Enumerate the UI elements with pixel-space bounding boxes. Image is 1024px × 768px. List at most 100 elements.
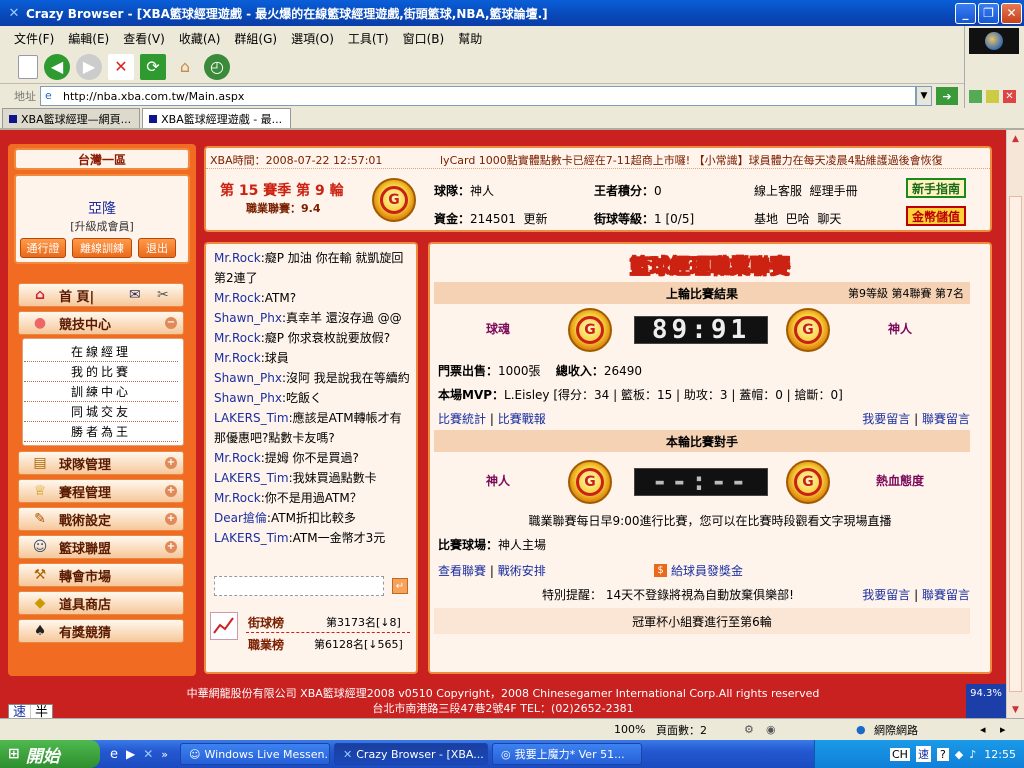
start-button[interactable]: ⊞ 開始 [0, 740, 100, 768]
sub-my-games[interactable]: 我的比賽 [24, 363, 178, 382]
tray-app-icon[interactable]: ◆ [955, 748, 963, 761]
base-link[interactable]: 基地 [754, 212, 778, 226]
league-message-link[interactable]: 聯賽留言 [922, 412, 970, 426]
task-crazy-browser[interactable]: ✕ Crazy Browser - [XBA... [334, 743, 489, 765]
tools-icon[interactable]: ✂ [157, 287, 169, 303]
menu-view[interactable]: 查看(V) [123, 30, 165, 47]
game-stats-link[interactable]: 比賽統計 [438, 412, 486, 426]
league-message-link-2[interactable]: 聯賽留言 [922, 588, 970, 602]
expand-icon[interactable]: + [165, 457, 177, 469]
chat-log[interactable]: Mr.Rock:癡P 加油 你在輸 就凱旋回第2連了 Mr.Rock:ATM? … [214, 248, 410, 570]
vertical-scrollbar[interactable]: ▲ ▼ [1006, 130, 1024, 718]
away-team-name[interactable]: 神人 [888, 320, 912, 337]
zoom-level[interactable]: 100% [614, 723, 645, 736]
menu-favorites[interactable]: 收藏(A) [179, 30, 221, 47]
passport-button[interactable]: 通行證 [20, 238, 66, 258]
minimize-button[interactable]: _ [955, 2, 976, 24]
new-page-icon[interactable] [18, 54, 38, 79]
scroll-down-icon[interactable]: ▼ [1007, 701, 1024, 718]
chat-input[interactable] [214, 576, 384, 596]
home-nav[interactable]: ⌂ 首 頁| ✉ ✂ [18, 283, 184, 307]
nav-lottery[interactable]: ♠ 有獎競猜 [18, 619, 184, 643]
task-game[interactable]: ◎ 我要上魔力* Ver 51... [492, 743, 643, 765]
newbie-guide-button[interactable]: 新手指南 [906, 178, 966, 198]
menu-group[interactable]: 群組(G) [234, 30, 277, 47]
nav-league[interactable]: ☺ 籃球聯盟 + [18, 535, 184, 559]
scroll-thumb[interactable] [1009, 196, 1022, 692]
chat-link[interactable]: 聊天 [817, 212, 841, 226]
news-marquee[interactable]: lyCard 1000點實體點數卡已經在7-11超商上市囉! 【小常識】球員體力… [440, 152, 988, 168]
close-button[interactable]: ✕ [1001, 2, 1022, 24]
home-icon[interactable]: ⌂ [172, 54, 198, 80]
sub-city-friends[interactable]: 同城交友 [24, 403, 178, 422]
scroll-up-icon[interactable]: ▲ [1007, 130, 1024, 147]
send-icon[interactable]: ↵ [392, 578, 408, 594]
expand-icon[interactable]: + [165, 485, 177, 497]
player-bonus-link[interactable]: 給球員發獎金 [671, 562, 743, 579]
game-report-link[interactable]: 比賽戰報 [498, 412, 546, 426]
menu-window[interactable]: 窗口(B) [403, 30, 445, 47]
manager-manual-link[interactable]: 經理手冊 [810, 184, 858, 198]
nav-right-icon[interactable]: ▸ [1000, 723, 1006, 736]
refresh-icon[interactable]: ⟳ [140, 53, 166, 80]
online-service-link[interactable]: 線上客服 [754, 184, 802, 198]
menu-file[interactable]: 文件(F) [14, 30, 54, 47]
refresh-link[interactable]: 更新 [523, 212, 547, 226]
tactics-link[interactable]: 戰術安排 [498, 564, 546, 578]
menu-edit[interactable]: 編輯(E) [68, 30, 109, 47]
ime-mode-icon[interactable]: 速 [915, 746, 931, 762]
menu-options[interactable]: 選項(O) [291, 30, 334, 47]
menu-help[interactable]: 幫助 [458, 30, 482, 47]
task-messenger[interactable]: ☺ Windows Live Messen... [180, 743, 331, 765]
mail-icon[interactable]: ✉ [129, 287, 141, 303]
tab-xba-web[interactable]: XBA籃球經理—網頁... [2, 108, 141, 128]
close-all-icon[interactable]: ✕ [1003, 90, 1016, 103]
back-icon[interactable]: ◀ [44, 53, 70, 80]
maximize-button[interactable]: ❐ [978, 2, 999, 24]
logout-button[interactable]: 退出 [138, 238, 176, 258]
expand-icon[interactable]: + [165, 541, 177, 553]
home-team-name[interactable]: 球魂 [486, 320, 510, 337]
nav-transfer-market[interactable]: ⚒ 轉會市場 [18, 563, 184, 587]
quicklaunch-browser-icon[interactable]: ✕ [143, 747, 153, 761]
street-rank-value[interactable]: 第3173名[↓8] [326, 614, 401, 630]
quicklaunch-ie-icon[interactable]: e [110, 747, 118, 762]
nav-tactics[interactable]: ✎ 戰術設定 + [18, 507, 184, 531]
gold-recharge-button[interactable]: 金幣儲值 [906, 206, 966, 226]
nav-item-shop[interactable]: ◆ 道具商店 [18, 591, 184, 615]
sub-winner-king[interactable]: 勝者為王 [24, 423, 178, 442]
help-icon[interactable]: ? [936, 747, 949, 761]
address-dropdown-icon[interactable]: ▼ [916, 86, 932, 106]
nav-left-icon[interactable]: ◂ [980, 723, 986, 736]
tab-xba-game[interactable]: XBA籃球經理遊戲 - 最... [142, 108, 292, 128]
history-icon[interactable]: ◴ [204, 53, 230, 80]
forward-icon[interactable]: ▶ [76, 53, 102, 80]
leave-message-link-2[interactable]: 我要留言 [862, 588, 910, 602]
pro-rank-value[interactable]: 第6128名[↓565] [314, 636, 403, 652]
nav-competition-center[interactable]: ● 競技中心 − [18, 311, 184, 335]
nav-team-management[interactable]: ▤ 球隊管理 + [18, 451, 184, 475]
address-input[interactable]: e http://nba.xba.com.tw/Main.aspx [40, 86, 916, 106]
view-league-link[interactable]: 查看聯賽 [438, 564, 486, 578]
expand-icon[interactable]: + [165, 513, 177, 525]
bahamut-link[interactable]: 巴哈 [786, 212, 810, 226]
tile-icon[interactable] [969, 90, 982, 103]
next-home-team[interactable]: 神人 [486, 472, 510, 489]
stop-icon[interactable]: ✕ [108, 53, 134, 80]
quicklaunch-media-icon[interactable]: ▶ [126, 747, 135, 761]
leave-message-link[interactable]: 我要留言 [862, 412, 910, 426]
quicklaunch-more-icon[interactable]: » [161, 748, 168, 761]
sub-online-managers[interactable]: 在線經理 [24, 343, 178, 362]
nav-schedule[interactable]: ♕ 賽程管理 + [18, 479, 184, 503]
menu-tools[interactable]: 工具(T) [348, 30, 389, 47]
collapse-icon[interactable]: − [165, 317, 177, 329]
upgrade-link[interactable]: [升級成會員] [16, 218, 188, 234]
next-away-team[interactable]: 熱血態度 [876, 472, 924, 489]
cup-progress[interactable]: 冠軍杯小組賽進行至第6輪 [434, 608, 970, 634]
volume-icon[interactable]: ♪ [969, 748, 976, 761]
ime-indicator[interactable]: CH [890, 747, 910, 761]
window-title-bar[interactable]: ✕ Crazy Browser - [XBA籃球經理遊戲 - 最火爆的在線籃球經… [0, 0, 1024, 26]
sub-training-center[interactable]: 訓練中心 [24, 383, 178, 402]
offline-training-button[interactable]: 離線訓練 [72, 238, 132, 258]
go-icon[interactable]: ➔ [936, 87, 958, 105]
